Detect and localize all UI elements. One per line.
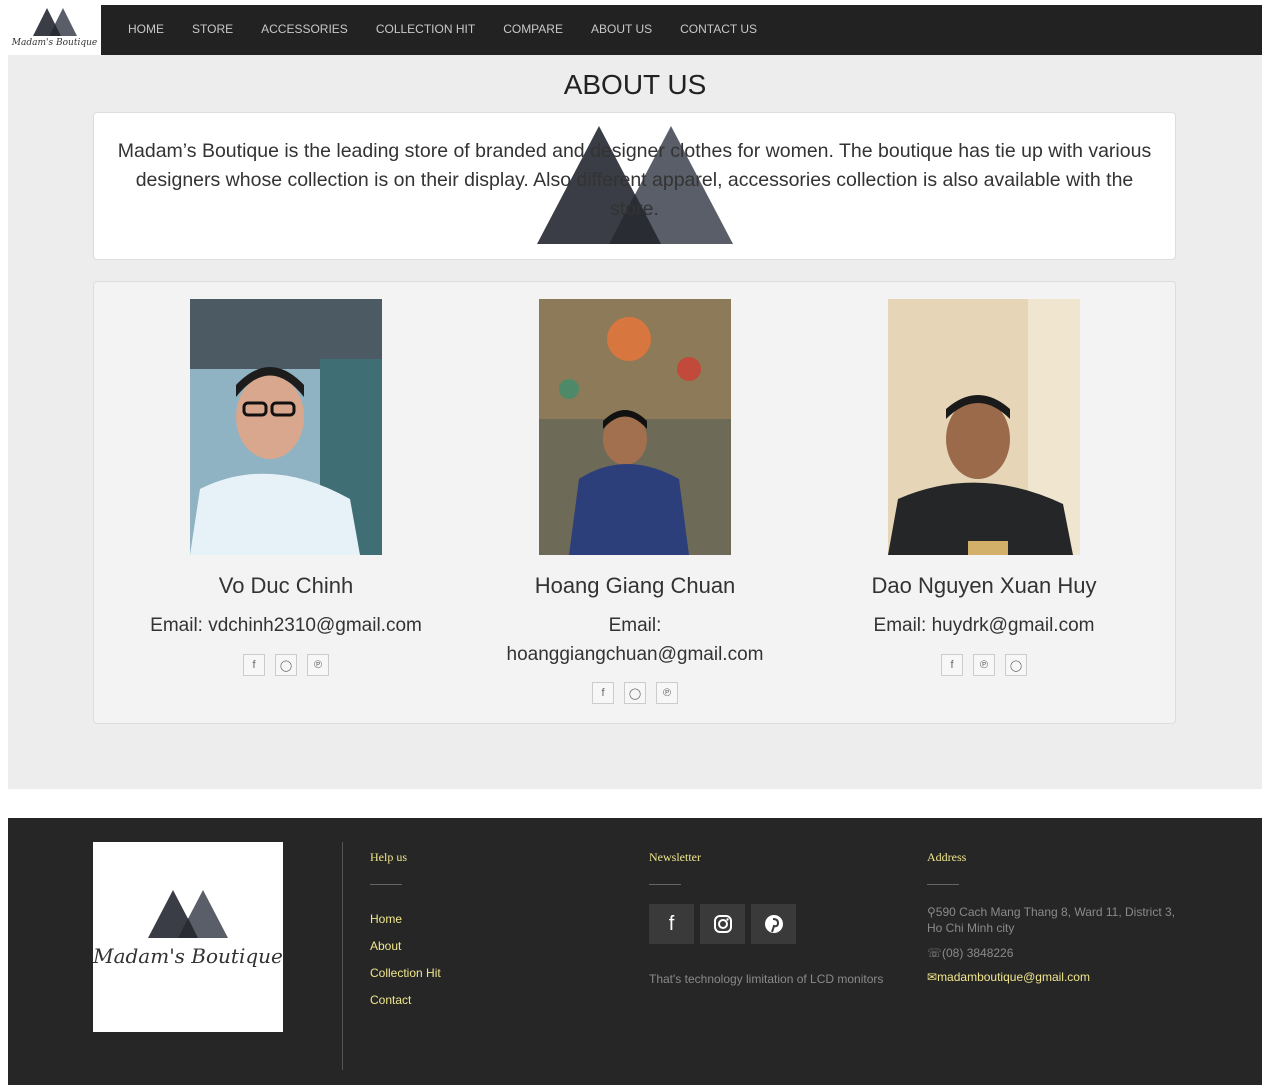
section-rule [649, 884, 681, 885]
address-phone: ☏(08) 3848226 [927, 945, 1177, 961]
footer-address-column: Address ⚲590 Cach Mang Thang 8, Ward 11,… [927, 850, 1177, 984]
nav-item-about-us[interactable]: ABOUT US [577, 5, 666, 55]
member-email: Email: huydrk@gmail.com [873, 615, 1095, 636]
facebook-icon[interactable]: f [243, 654, 265, 676]
pinterest-icon[interactable]: ℗ [973, 654, 995, 676]
envelope-icon: ✉ [927, 970, 938, 984]
pinterest-icon[interactable] [751, 904, 796, 944]
member-photo [888, 299, 1080, 555]
facebook-icon[interactable]: f [592, 682, 614, 704]
member-name: Vo Duc Chinh [218, 573, 354, 598]
logo-mark-icon [33, 8, 77, 36]
section-rule [370, 884, 402, 885]
nav-item-contact-us[interactable]: CONTACT US [666, 5, 771, 55]
member-social-links: f ◯ ℗ [106, 654, 466, 676]
section-rule [927, 884, 959, 885]
member-name: Dao Nguyen Xuan Huy [871, 573, 1097, 598]
footer-newsletter-title: Newsletter [649, 850, 701, 864]
member-photo [190, 299, 382, 555]
intro-text: Madam’s Boutique is the leading store of… [117, 140, 1152, 220]
logo-mark-icon [148, 890, 228, 938]
member-photo [539, 299, 731, 555]
instagram-icon[interactable]: ◯ [624, 682, 646, 704]
map-pin-icon: ⚲ [927, 905, 936, 919]
pinterest-icon[interactable]: ℗ [656, 682, 678, 704]
member-email: Email: vdchinh2310@gmail.com [150, 615, 422, 636]
footer-link-about[interactable]: About [370, 939, 441, 953]
footer-newsletter-column: Newsletter f That's technology limitatio… [649, 850, 883, 986]
address-email-text: madamboutique@gmail.com [937, 970, 1090, 984]
address-street-text: 590 Cach Mang Thang 8, Ward 11, District… [927, 905, 1176, 935]
footer-social-links: f [649, 904, 883, 944]
footer-link-contact[interactable]: Contact [370, 993, 441, 1007]
footer-logo-text: Madam's Boutique [93, 944, 283, 968]
nav-item-collection-hit[interactable]: COLLECTION HIT [362, 5, 489, 55]
facebook-icon[interactable]: f [649, 904, 694, 944]
address-street: ⚲590 Cach Mang Thang 8, Ward 11, Distric… [927, 904, 1177, 936]
pinterest-icon[interactable]: ℗ [307, 654, 329, 676]
nav-item-home[interactable]: HOME [114, 5, 178, 55]
nav-item-store[interactable]: STORE [178, 5, 247, 55]
phone-icon: ☏ [927, 946, 943, 960]
footer-link-collection-hit[interactable]: Collection Hit [370, 966, 441, 980]
instagram-icon[interactable]: ◯ [1005, 654, 1027, 676]
member-name: Hoang Giang Chuan [534, 573, 736, 598]
footer-help-column: Help us Home About Collection Hit Contac… [370, 850, 441, 1007]
team-card: Vo Duc Chinh Email: vdchinh2310@gmail.co… [93, 281, 1176, 724]
address-email[interactable]: ✉madamboutique@gmail.com [927, 970, 1177, 984]
footer-logo[interactable]: Madam's Boutique [93, 842, 283, 1032]
site-footer: Madam's Boutique Help us Home About Coll… [8, 818, 1262, 1085]
main-content: ABOUT US Madam’s Boutique is the leading… [8, 55, 1262, 789]
nav-item-compare[interactable]: COMPARE [489, 5, 577, 55]
nav-menu: HOME STORE ACCESSORIES COLLECTION HIT CO… [114, 5, 771, 55]
member-email: Email: hoanggiangchuan@gmail.com [506, 615, 764, 665]
footer-help-title: Help us [370, 850, 407, 864]
address-phone-text: (08) 3848226 [942, 946, 1014, 960]
instagram-icon[interactable] [700, 904, 745, 944]
logo-text: Madam's Boutique [11, 38, 98, 48]
footer-divider [342, 842, 343, 1070]
facebook-icon[interactable]: f [941, 654, 963, 676]
member-social-links: f ℗ ◯ [804, 654, 1164, 676]
footer-link-home[interactable]: Home [370, 912, 441, 926]
instagram-icon[interactable]: ◯ [275, 654, 297, 676]
nav-item-accessories[interactable]: ACCESSORIES [247, 5, 362, 55]
brand-logo[interactable]: Madam's Boutique [8, 5, 101, 55]
member-social-links: f ◯ ℗ [455, 682, 815, 704]
footer-address-title: Address [927, 850, 967, 864]
page-title: ABOUT US [563, 69, 707, 100]
newsletter-note: That's technology limitation of LCD moni… [649, 972, 884, 986]
intro-card: Madam’s Boutique is the leading store of… [93, 112, 1176, 260]
top-navbar: Madam's Boutique HOME STORE ACCESSORIES … [8, 5, 1262, 55]
